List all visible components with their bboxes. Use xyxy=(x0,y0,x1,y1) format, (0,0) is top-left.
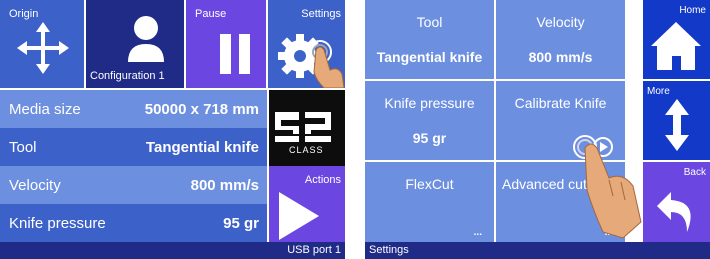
media-size-label: Media size xyxy=(9,101,81,118)
knife-pressure-row[interactable]: Knife pressure 95 gr xyxy=(0,204,267,242)
tool-value: Tangential knife xyxy=(145,139,259,156)
status-bar: USB port 1 xyxy=(0,242,345,259)
current-screen-status: Settings xyxy=(369,244,409,256)
logo-text: CLASS xyxy=(289,145,324,155)
status-bar: Settings xyxy=(365,242,710,259)
tool-row[interactable]: Tool Tangential knife xyxy=(0,128,267,168)
touch-hand-icon xyxy=(308,40,345,88)
back-button[interactable]: Back xyxy=(643,162,710,242)
media-size-row[interactable]: Media size 50000 x 718 mm xyxy=(0,90,267,130)
settings-button[interactable]: Settings xyxy=(268,0,345,88)
four-way-arrow-icon xyxy=(17,22,69,74)
knife-pressure-value: 95 gr xyxy=(223,215,259,232)
settings-screen: Tool Tangential knife Velocity 800 mm/s … xyxy=(365,0,710,259)
configuration-label: Configuration 1 xyxy=(90,70,165,82)
up-down-arrow-icon xyxy=(665,99,689,151)
main-screen: Origin Configuration 1 Pause Settings Me… xyxy=(0,0,345,259)
knife-pressure-label: Knife pressure xyxy=(9,215,106,232)
more-button[interactable]: More xyxy=(643,81,710,160)
media-size-value: 50000 x 718 mm xyxy=(144,101,259,118)
configuration-button[interactable]: Configuration 1 xyxy=(86,0,184,88)
actions-button[interactable]: Actions xyxy=(269,166,345,242)
velocity-value: 800 mm/s xyxy=(190,177,259,194)
pause-button[interactable]: Pause xyxy=(186,0,266,88)
pause-icon xyxy=(220,34,250,74)
back-arrow-icon xyxy=(657,192,691,232)
tool-label: Tool xyxy=(9,139,37,156)
home-button[interactable]: Home xyxy=(643,0,710,79)
velocity-row[interactable]: Velocity 800 mm/s xyxy=(0,166,267,206)
logo-tile: CLASS xyxy=(269,90,345,166)
origin-button[interactable]: Origin xyxy=(0,0,84,88)
velocity-label: Velocity xyxy=(9,177,61,194)
connection-status: USB port 1 xyxy=(287,244,341,256)
play-icon xyxy=(279,192,319,240)
home-icon xyxy=(651,22,701,70)
